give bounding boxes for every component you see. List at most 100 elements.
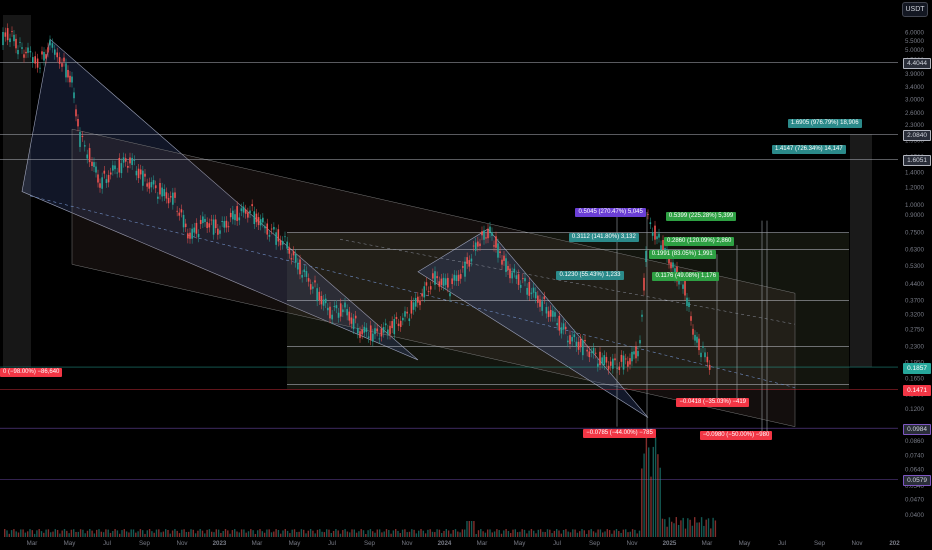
candle-body (618, 366, 621, 370)
volume-bar (576, 532, 579, 537)
candle-body (36, 58, 39, 68)
volume-bar (139, 529, 142, 537)
volume-bar (664, 519, 666, 537)
candle-body (438, 281, 441, 287)
volume-bar (378, 529, 381, 537)
volume-bar (668, 517, 671, 537)
candle-body (410, 300, 413, 314)
volume-bar (240, 529, 243, 537)
volume-bar (229, 533, 231, 537)
x-tick-label: 2025 (663, 540, 677, 547)
y-tick-label: 3.0000 (905, 96, 924, 103)
candle-body (635, 346, 637, 359)
candle-body (148, 182, 151, 189)
volume-bar (89, 529, 91, 537)
volume-bar (703, 525, 705, 537)
volume-bar (392, 530, 395, 537)
candle-body (464, 261, 466, 277)
y-tick-label: 0.2300 (905, 343, 924, 350)
candle-body (592, 347, 595, 354)
volume-bar (487, 529, 489, 537)
volume-bar (675, 517, 677, 537)
volume-bar (98, 529, 100, 537)
volume-bar (100, 531, 102, 537)
candle-body (524, 278, 526, 282)
volume-bar (395, 529, 397, 537)
volume-bar (284, 529, 286, 537)
candle-body (268, 235, 271, 237)
candle-body (346, 309, 348, 316)
candle-body (479, 243, 481, 247)
candle-body (402, 317, 404, 321)
volume-bar (666, 526, 668, 537)
volume-bar (337, 530, 339, 537)
volume-bar (443, 530, 445, 537)
candle-body (444, 278, 447, 285)
volume-bar (176, 530, 178, 537)
candle-body (127, 165, 129, 168)
candle-body (159, 183, 161, 195)
candle-body (643, 277, 645, 291)
candle-body (487, 228, 489, 239)
volume-bar (562, 529, 565, 537)
x-tick-label: Mar (477, 540, 488, 547)
x-tick-label: Nov (176, 540, 188, 547)
volume-bar (20, 529, 22, 537)
candle-body (329, 306, 331, 319)
volume-bar (436, 529, 438, 537)
candle-body (318, 291, 321, 300)
candle-body (146, 183, 148, 187)
volume-bar (314, 533, 316, 537)
candle-body (631, 351, 633, 362)
volume-bar (73, 529, 75, 537)
measure-label: 0.5045 (270.47%) 5,045 (575, 207, 646, 217)
volume-bar (77, 531, 79, 537)
candle-body (320, 295, 323, 305)
candle-body (704, 352, 706, 358)
volume-bar (188, 531, 190, 537)
y-tick-label: 0.1200 (905, 406, 924, 413)
candle-body (322, 299, 325, 306)
candle-body (357, 328, 359, 334)
candle-body (133, 160, 136, 161)
volume-bar (574, 529, 576, 537)
volume-bar (36, 530, 38, 537)
volume-bar (227, 530, 229, 537)
y-tick-label: 0.2750 (905, 326, 924, 333)
candle-body (534, 292, 537, 299)
candle-body (459, 274, 462, 279)
volume-bar (475, 533, 477, 537)
volume-bar (473, 521, 475, 537)
volume-bar (70, 529, 73, 537)
volume-bar (63, 529, 66, 537)
candle-body (423, 286, 426, 298)
volume-bar (162, 531, 165, 537)
measure-label: 0.5399 (225.28%) 5,399 (665, 211, 737, 221)
candle-body (579, 338, 582, 348)
price-chart[interactable]: 6.00005.50005.00004.50003.90003.40003.00… (0, 0, 932, 550)
volume-bar (569, 532, 572, 537)
candle-body (77, 118, 79, 127)
candle-body (112, 165, 114, 171)
candle-body (244, 209, 247, 214)
volume-bar (45, 529, 47, 537)
candle-body (167, 197, 170, 204)
volume-bar (323, 532, 326, 537)
candle-body (472, 245, 475, 247)
volume-bar (332, 530, 335, 537)
candle-body (629, 358, 631, 365)
currency-button[interactable]: USDT (902, 2, 928, 17)
volume-bar (707, 518, 710, 537)
volume-bar (52, 531, 54, 537)
volume-bar (634, 529, 636, 537)
volume-bar (151, 531, 153, 537)
x-tick-label: Sep (364, 540, 376, 547)
candle-body (63, 57, 65, 62)
candle-body (421, 293, 423, 297)
volume-bar (339, 533, 342, 537)
candle-body (11, 31, 13, 32)
volume-bar (493, 531, 496, 537)
volume-bar (585, 533, 588, 537)
candle-body (88, 148, 91, 163)
price-tag: 0.1471 (903, 385, 931, 396)
